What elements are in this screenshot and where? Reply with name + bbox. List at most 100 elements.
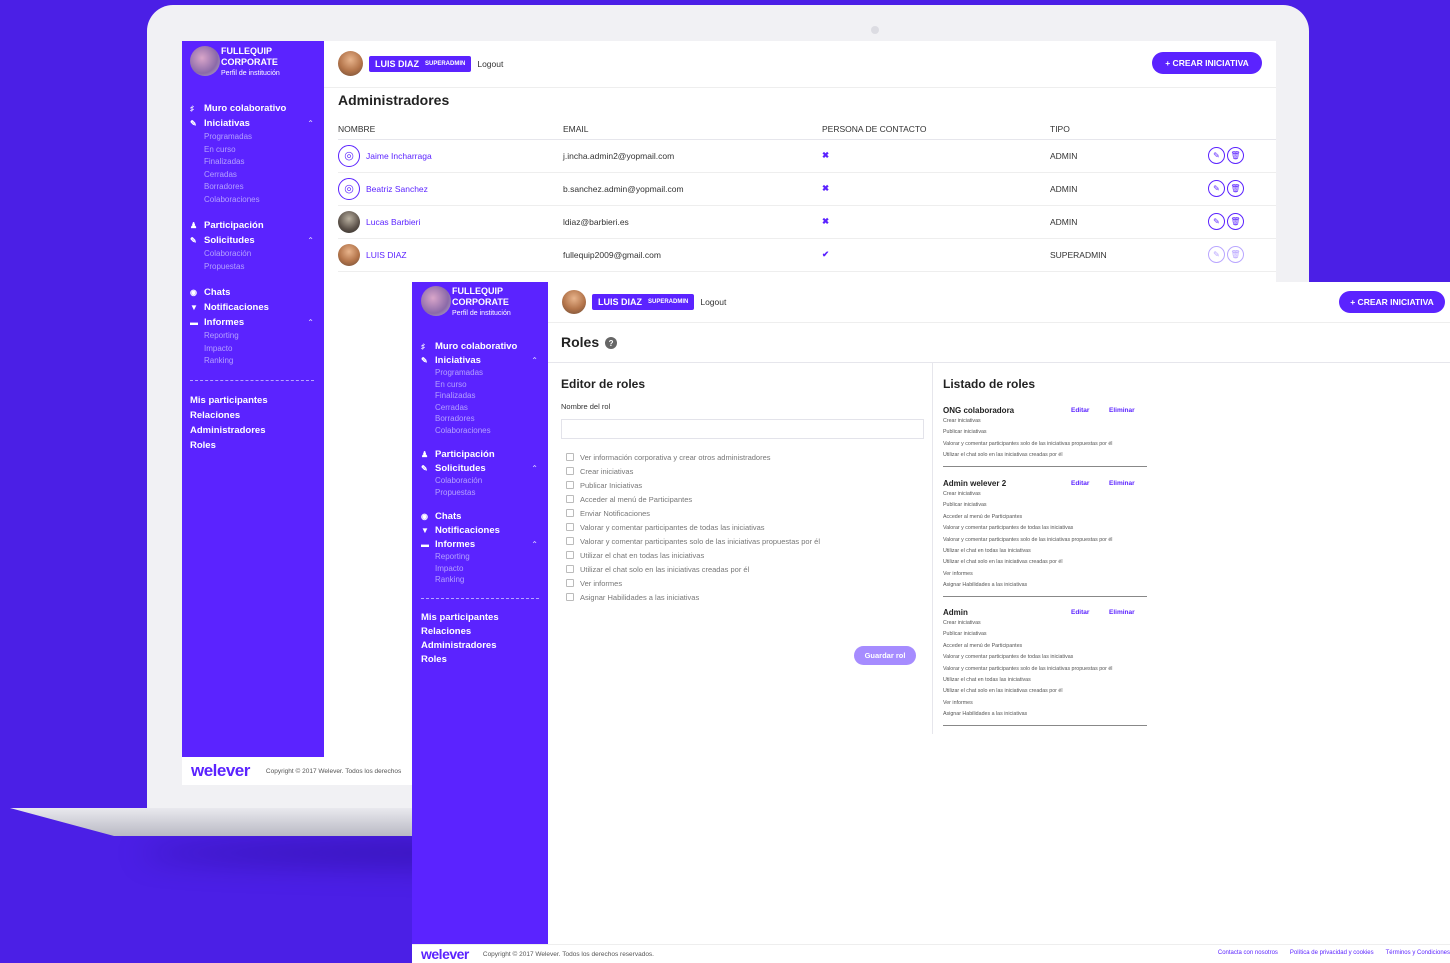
admin-name[interactable]: Lucas Barbieri <box>366 217 420 227</box>
chevron-up-icon[interactable]: ⌃ <box>531 356 538 365</box>
delete-role-link[interactable]: Eliminar <box>1109 407 1135 414</box>
logout-link[interactable]: Logout <box>477 59 503 69</box>
sidebar-sub-impacto[interactable]: Impacto <box>421 563 548 575</box>
permission-item[interactable]: Crear iniciativas <box>566 464 820 478</box>
sidebar-item-roles[interactable]: Roles <box>190 438 324 453</box>
sidebar-item-relaciones[interactable]: Relaciones <box>190 408 324 423</box>
edit-role-link[interactable]: Editar <box>1071 407 1109 414</box>
sidebar-sub-programadas[interactable]: Programadas <box>190 131 324 144</box>
edit-icon[interactable]: ✎ <box>1208 147 1225 164</box>
sidebar-item-relaciones[interactable]: Relaciones <box>421 625 548 639</box>
permission-item[interactable]: Utilizar el chat solo en las iniciativas… <box>566 562 820 576</box>
trash-icon[interactable]: 🗑 <box>1227 180 1244 197</box>
checkbox[interactable] <box>566 481 574 489</box>
edit-icon[interactable]: ✎ <box>1208 213 1225 230</box>
user-avatar[interactable] <box>562 290 586 314</box>
sidebar-sub-finalizadas[interactable]: Finalizadas <box>421 390 548 402</box>
sidebar-item-notificaciones[interactable]: ▼ Notificaciones <box>421 523 548 537</box>
logout-link[interactable]: Logout <box>700 297 726 307</box>
permission-item[interactable]: Enviar Notificaciones <box>566 506 820 520</box>
footer-link-privacy[interactable]: Política de privacidad y cookies <box>1290 950 1374 956</box>
checkbox[interactable] <box>566 523 574 531</box>
sidebar-item-iniciativas[interactable]: ✎ Iniciativas ⌃ <box>190 116 324 131</box>
sidebar-item-administradores[interactable]: Administradores <box>190 423 324 438</box>
footer-link-contact[interactable]: Contacta con nosotros <box>1218 950 1278 956</box>
trash-icon[interactable]: 🗑 <box>1227 213 1244 230</box>
checkbox[interactable] <box>566 467 574 475</box>
checkbox[interactable] <box>566 593 574 601</box>
permission-item[interactable]: Publicar Iniciativas <box>566 478 820 492</box>
sidebar-item-participacion[interactable]: ♟ Participación <box>421 447 548 461</box>
sidebar-sub-cerradas[interactable]: Cerradas <box>421 402 548 414</box>
sidebar-item-chats[interactable]: ◉ Chats <box>421 509 548 523</box>
checkbox[interactable] <box>566 565 574 573</box>
checkbox[interactable] <box>566 453 574 461</box>
save-role-button[interactable]: Guardar rol <box>854 646 916 665</box>
trash-icon[interactable]: 🗑 <box>1227 147 1244 164</box>
edit-role-link[interactable]: Editar <box>1071 480 1109 487</box>
sidebar-item-muro[interactable]: ♯ Muro colaborativo <box>421 339 548 353</box>
chevron-up-icon[interactable]: ⌃ <box>307 236 314 245</box>
sidebar-item-chats[interactable]: ◉ Chats <box>190 285 324 300</box>
sidebar-sub-colaboraciones[interactable]: Colaboraciones <box>421 425 548 437</box>
sidebar-sub-cerradas[interactable]: Cerradas <box>190 169 324 182</box>
checkbox[interactable] <box>566 537 574 545</box>
sidebar-sub-colaboracion[interactable]: Colaboración <box>421 475 548 487</box>
admin-name[interactable]: Jaime Incharraga <box>366 151 432 161</box>
sidebar-item-roles[interactable]: Roles <box>421 653 548 667</box>
sidebar-sub-colaboracion[interactable]: Colaboración <box>190 248 324 261</box>
sidebar-sub-en-curso[interactable]: En curso <box>421 379 548 391</box>
user-badge[interactable]: LUIS DIAZ SUPERADMIN <box>592 294 695 310</box>
permission-item[interactable]: Ver información corporativa y crear otro… <box>566 450 820 464</box>
sidebar-sub-colaboraciones[interactable]: Colaboraciones <box>190 194 324 207</box>
checkbox[interactable] <box>566 495 574 503</box>
delete-role-link[interactable]: Eliminar <box>1109 609 1135 616</box>
permission-item[interactable]: Asignar Habilidades a las iniciativas <box>566 590 820 604</box>
footer-link-terms[interactable]: Términos y Condiciones <box>1386 950 1450 956</box>
help-icon[interactable]: ? <box>605 337 618 350</box>
sidebar-sub-reporting[interactable]: Reporting <box>190 330 324 343</box>
sidebar-sub-borradores[interactable]: Borradores <box>190 181 324 194</box>
chevron-up-icon[interactable]: ⌃ <box>531 540 538 549</box>
sidebar-item-solicitudes[interactable]: ✎ Solicitudes ⌃ <box>421 461 548 475</box>
chevron-up-icon[interactable]: ⌃ <box>307 119 314 128</box>
brand[interactable]: FULLEQUIP CORPORATE Perfil de institució… <box>190 46 324 79</box>
sidebar-sub-borradores[interactable]: Borradores <box>421 413 548 425</box>
brand[interactable]: FULLEQUIP CORPORATE Perfil de institució… <box>421 286 548 319</box>
delete-role-link[interactable]: Eliminar <box>1109 480 1135 487</box>
welever-logo[interactable]: welever <box>421 946 469 962</box>
sidebar-sub-ranking[interactable]: Ranking <box>190 355 324 368</box>
checkbox[interactable] <box>566 579 574 587</box>
sidebar-item-solicitudes[interactable]: ✎ Solicitudes ⌃ <box>190 233 324 248</box>
permission-item[interactable]: Valorar y comentar participantes de toda… <box>566 520 820 534</box>
sidebar-sub-programadas[interactable]: Programadas <box>421 367 548 379</box>
edit-role-link[interactable]: Editar <box>1071 609 1109 616</box>
sidebar-item-mis-participantes[interactable]: Mis participantes <box>421 611 548 625</box>
sidebar-item-iniciativas[interactable]: ✎ Iniciativas ⌃ <box>421 353 548 367</box>
sidebar-item-administradores[interactable]: Administradores <box>421 639 548 653</box>
role-name-input[interactable] <box>561 419 924 439</box>
create-initiative-button[interactable]: + CREAR INICIATIVA <box>1152 52 1262 74</box>
permission-item[interactable]: Acceder al menú de Participantes <box>566 492 820 506</box>
admin-name[interactable]: LUIS DIAZ <box>366 250 407 260</box>
sidebar-sub-impacto[interactable]: Impacto <box>190 343 324 356</box>
sidebar-item-informes[interactable]: ▬ Informes ⌃ <box>190 315 324 330</box>
welever-logo[interactable]: welever <box>191 761 250 781</box>
user-badge[interactable]: LUIS DIAZ SUPERADMIN <box>369 55 472 72</box>
sidebar-sub-propuestas[interactable]: Propuestas <box>421 487 548 499</box>
sidebar-item-notificaciones[interactable]: ▼ Notificaciones <box>190 300 324 315</box>
sidebar-item-informes[interactable]: ▬ Informes ⌃ <box>421 537 548 551</box>
sidebar-item-muro[interactable]: ♯ Muro colaborativo <box>190 101 324 116</box>
permission-item[interactable]: Valorar y comentar participantes solo de… <box>566 534 820 548</box>
sidebar-item-participacion[interactable]: ♟ Participación <box>190 218 324 233</box>
permission-item[interactable]: Utilizar el chat en todas las iniciativa… <box>566 548 820 562</box>
sidebar-sub-finalizadas[interactable]: Finalizadas <box>190 156 324 169</box>
permission-item[interactable]: Ver informes <box>566 576 820 590</box>
chevron-up-icon[interactable]: ⌃ <box>531 464 538 473</box>
chevron-up-icon[interactable]: ⌃ <box>307 318 314 327</box>
checkbox[interactable] <box>566 509 574 517</box>
sidebar-item-mis-participantes[interactable]: Mis participantes <box>190 393 324 408</box>
checkbox[interactable] <box>566 551 574 559</box>
create-initiative-button[interactable]: + CREAR INICIATIVA <box>1339 291 1445 313</box>
sidebar-sub-en-curso[interactable]: En curso <box>190 144 324 157</box>
